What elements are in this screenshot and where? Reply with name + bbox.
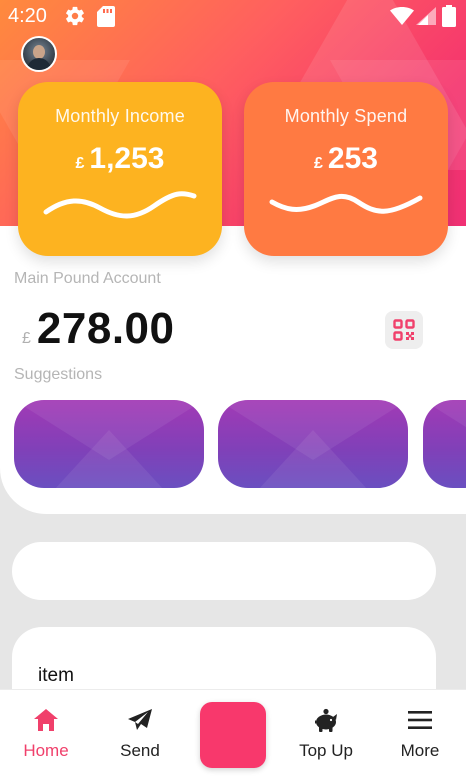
card-pattern <box>54 430 164 488</box>
nav-home-label: Home <box>23 741 69 760</box>
nav-send[interactable]: Send <box>100 690 180 778</box>
monthly-income-card[interactable]: Monthly Income £1,253 <box>18 82 222 256</box>
home-icon <box>34 709 58 731</box>
balance-value: 278.00 <box>36 304 175 353</box>
account-balance: £278.00 <box>22 304 174 354</box>
status-time: 4:20 <box>8 5 47 27</box>
avatar-shoulders <box>27 58 51 70</box>
wave-icon <box>43 191 197 219</box>
card-pattern <box>423 400 466 460</box>
income-title: Monthly Income <box>55 106 185 126</box>
piggy-bank-icon <box>315 708 337 732</box>
monthly-spend-card[interactable]: Monthly Spend £253 <box>244 82 448 256</box>
account-label: Main Pound Account <box>14 270 161 287</box>
send-icon <box>128 709 152 730</box>
status-bar: 4:20 <box>0 0 466 34</box>
nav-home[interactable]: Home <box>6 690 86 778</box>
nav-top-up-label: Top Up <box>299 741 353 760</box>
income-currency: £ <box>75 155 85 172</box>
avatar-face <box>33 45 45 59</box>
income-value: 1,253 <box>89 142 165 175</box>
avatar[interactable] <box>21 36 57 72</box>
income-amount: £1,253 <box>18 142 222 176</box>
sd-card-icon <box>97 6 115 27</box>
suggestion-card[interactable] <box>14 400 204 488</box>
search-bar[interactable] <box>12 542 436 600</box>
menu-icon <box>408 711 432 729</box>
nav-top-up[interactable]: Top Up <box>286 690 366 778</box>
balance-currency: £ <box>22 330 31 347</box>
wave-icon <box>269 193 423 214</box>
qr-code-icon <box>393 319 415 341</box>
nav-send-label: Send <box>120 741 160 760</box>
spend-title: Monthly Spend <box>284 106 408 126</box>
nav-more[interactable]: More <box>380 690 460 778</box>
app-screen: 4:20 Monthly Income £1,253 Monthly Spend… <box>0 0 466 778</box>
signal-icon <box>416 7 436 25</box>
spend-value: 253 <box>327 142 378 175</box>
wifi-icon <box>390 7 414 25</box>
list-item[interactable]: item <box>38 665 74 687</box>
card-pattern <box>258 430 368 488</box>
battery-icon <box>442 5 456 27</box>
suggestions-label: Suggestions <box>14 366 103 383</box>
gear-icon <box>66 6 84 26</box>
qr-code-button[interactable] <box>385 311 423 349</box>
spend-amount: £253 <box>244 142 448 176</box>
spend-currency: £ <box>314 155 323 172</box>
nav-more-label: More <box>400 741 440 760</box>
suggestion-card[interactable] <box>218 400 408 488</box>
suggestion-card[interactable] <box>423 400 466 488</box>
center-action-button[interactable] <box>200 702 266 768</box>
